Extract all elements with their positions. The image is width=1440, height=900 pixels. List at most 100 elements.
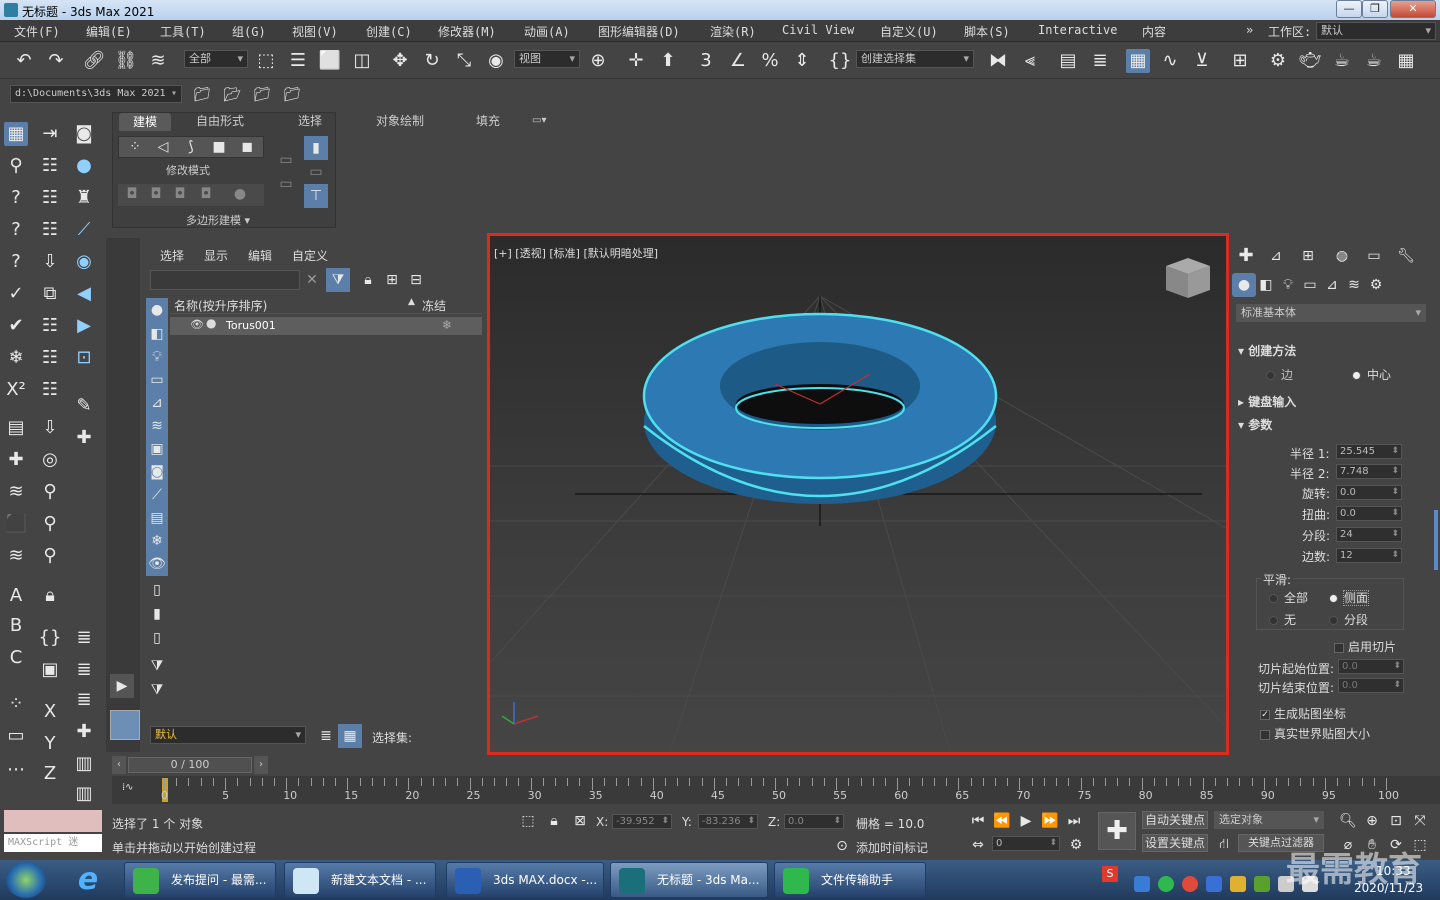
- scale-icon[interactable]: ⤡: [452, 49, 476, 73]
- zoom-extents-icon[interactable]: ⊡: [1384, 809, 1408, 833]
- tool-2a-icon[interactable]: ⚲: [4, 154, 28, 178]
- rotation-spinner[interactable]: 0.0: [1336, 485, 1402, 500]
- tool-10c-icon[interactable]: ✚: [72, 426, 96, 450]
- tool-4c-icon[interactable]: ⟋: [72, 218, 96, 242]
- project-open-icon[interactable]: 📂︎: [220, 83, 244, 107]
- modify-tab-icon[interactable]: ⊿: [1264, 244, 1288, 268]
- explorer-tab-edit[interactable]: 编辑: [248, 247, 272, 264]
- vertex-icon[interactable]: ⁘: [121, 135, 149, 159]
- tool-6b-icon[interactable]: ⧉: [38, 282, 62, 306]
- selection-filter-dropdown[interactable]: 全部: [184, 50, 248, 68]
- tool-4b-icon[interactable]: ☷: [38, 218, 62, 242]
- task-item-3[interactable]: 3ds MAX.docx -...: [446, 862, 604, 898]
- smooth-all[interactable]: 全部: [1269, 589, 1308, 606]
- tool-3a-icon[interactable]: ?: [4, 186, 28, 210]
- x-coord[interactable]: -39.952: [612, 814, 672, 829]
- explorer-collapse-icon[interactable]: ▶: [110, 674, 134, 698]
- zoom-all-icon[interactable]: ⊕: [1360, 809, 1384, 833]
- smooth-sides[interactable]: 侧面: [1329, 589, 1370, 606]
- rb-side2-icon[interactable]: ▭: [274, 172, 298, 196]
- render-dot-icon[interactable]: ●: [206, 316, 216, 330]
- object-row[interactable]: 👁︎ ● Torus001 ❄: [170, 316, 482, 335]
- col-freeze[interactable]: 冻结: [422, 297, 446, 314]
- select-manipulate-icon[interactable]: ✛: [624, 49, 648, 73]
- tool-16c-icon[interactable]: ≣: [72, 626, 96, 650]
- project-save-icon[interactable]: 📁︎: [250, 83, 274, 107]
- sides-spinner[interactable]: 12: [1336, 548, 1402, 563]
- segments-spinner[interactable]: 24: [1336, 527, 1402, 542]
- z-coord[interactable]: 0.0: [784, 814, 844, 829]
- tray-wechat-icon[interactable]: [1158, 876, 1174, 892]
- ie-icon[interactable]: e: [70, 864, 106, 896]
- smooth-none[interactable]: 无: [1269, 611, 1296, 628]
- tray-weibo-icon[interactable]: [1182, 876, 1198, 892]
- rotate-icon[interactable]: ↻: [420, 49, 444, 73]
- menu-file[interactable]: 文件(F): [14, 23, 60, 40]
- dope-sheet-icon[interactable]: ⊻: [1190, 49, 1214, 73]
- tool-17b-icon[interactable]: ▣: [38, 658, 62, 682]
- menu-animation[interactable]: 动画(A): [524, 23, 570, 40]
- current-frame-spinner[interactable]: 0: [992, 836, 1060, 851]
- tool-5a-icon[interactable]: ?: [4, 250, 28, 274]
- systems-category-icon[interactable]: ⚙: [1364, 273, 1388, 297]
- ribbon-tab-modeling[interactable]: 建模: [119, 113, 172, 131]
- tool-15a-icon[interactable]: A: [4, 584, 28, 608]
- hierarchy-tab-icon[interactable]: ⊞: [1296, 244, 1320, 268]
- play-icon[interactable]: ▶: [1014, 809, 1038, 833]
- primitive-type-dropdown[interactable]: 标准基本体: [1236, 304, 1426, 322]
- rb-2-icon[interactable]: ◘: [144, 182, 168, 206]
- spacewarp-filter-icon[interactable]: ≋: [146, 414, 168, 438]
- task-item-1[interactable]: 发布提问 - 最需...: [124, 862, 276, 898]
- rb-1-icon[interactable]: ◘: [120, 182, 144, 206]
- goto-start-icon[interactable]: ⏮: [966, 809, 990, 833]
- tool-20a-icon[interactable]: ⋯: [4, 758, 28, 782]
- prev-key-icon[interactable]: ⏪: [990, 809, 1014, 833]
- slice-on-checkbox[interactable]: 启用切片: [1334, 638, 1396, 655]
- snap-3d-icon[interactable]: 3: [694, 49, 718, 73]
- menu-overflow-icon[interactable]: »: [1246, 23, 1253, 37]
- rb-side1-icon[interactable]: ▭: [274, 148, 298, 172]
- viewport-perspective[interactable]: [+] [透视] [标准] [默认明暗处理]: [487, 233, 1229, 755]
- menu-create[interactable]: 创建(C): [366, 23, 412, 40]
- abs-mode-icon[interactable]: ⊠: [568, 809, 592, 833]
- params-rollout[interactable]: ▾ 参数: [1238, 416, 1272, 433]
- curve-editor-icon[interactable]: ∿: [1158, 49, 1182, 73]
- render-frame-icon[interactable]: ☕︎: [1330, 49, 1354, 73]
- viewport-tool-icon[interactable]: ◙: [72, 122, 96, 146]
- menu-scripting[interactable]: 脚本(S): [964, 23, 1010, 40]
- set-key-button[interactable]: 设置关键点: [1142, 834, 1208, 852]
- pivot-center-icon[interactable]: ⊕: [586, 49, 610, 73]
- menu-group[interactable]: 组(G): [232, 23, 266, 40]
- menu-civil-view[interactable]: Civil View: [782, 23, 854, 37]
- select-object-icon[interactable]: ⬚: [254, 49, 278, 73]
- prev-frame-icon[interactable]: ‹: [112, 756, 126, 774]
- tool-6a-icon[interactable]: ✓: [4, 282, 28, 306]
- layers-stack-icon[interactable]: ≣: [314, 724, 338, 748]
- shapes-category-icon[interactable]: ◧: [1254, 273, 1278, 297]
- track-toggle-icon[interactable]: ⁞∿: [122, 782, 134, 793]
- utilities-tab-icon[interactable]: 🔧︎: [1394, 244, 1418, 268]
- axis-y-icon[interactable]: Y: [38, 732, 62, 756]
- named-sel-icon[interactable]: {}: [828, 49, 852, 73]
- selset-icon[interactable]: ▦: [338, 724, 362, 748]
- xref-filter-icon[interactable]: ◙: [146, 460, 168, 484]
- rb-3-icon[interactable]: ◘: [168, 182, 192, 206]
- spacewarps-category-icon[interactable]: ≋: [1342, 273, 1366, 297]
- start-button[interactable]: [6, 862, 46, 898]
- tool-3c-icon[interactable]: ♜: [72, 186, 96, 210]
- filter-icon[interactable]: ⧩: [326, 268, 350, 292]
- doc3-icon[interactable]: ▯: [146, 626, 168, 650]
- next-key-icon[interactable]: ⏩: [1038, 809, 1062, 833]
- maxscript-input[interactable]: MAXScript 迷: [4, 834, 102, 852]
- minimize-button[interactable]: —: [1336, 0, 1362, 18]
- tool-9a-icon[interactable]: X²: [4, 378, 28, 402]
- group-filter-icon[interactable]: ▣: [146, 437, 168, 461]
- smooth-none-radio[interactable]: [1269, 616, 1278, 625]
- selection-lock-icon[interactable]: 🔒︎: [542, 809, 566, 833]
- task-item-2[interactable]: 新建文本文档 - ...: [284, 862, 436, 898]
- method-edge[interactable]: 边: [1266, 366, 1293, 383]
- geometry-category-icon[interactable]: ●: [1232, 273, 1256, 297]
- tool-9c-icon[interactable]: ✎: [72, 394, 96, 418]
- camera-filter-icon[interactable]: ▭: [146, 368, 168, 392]
- link-icon[interactable]: 🔗︎: [82, 49, 106, 73]
